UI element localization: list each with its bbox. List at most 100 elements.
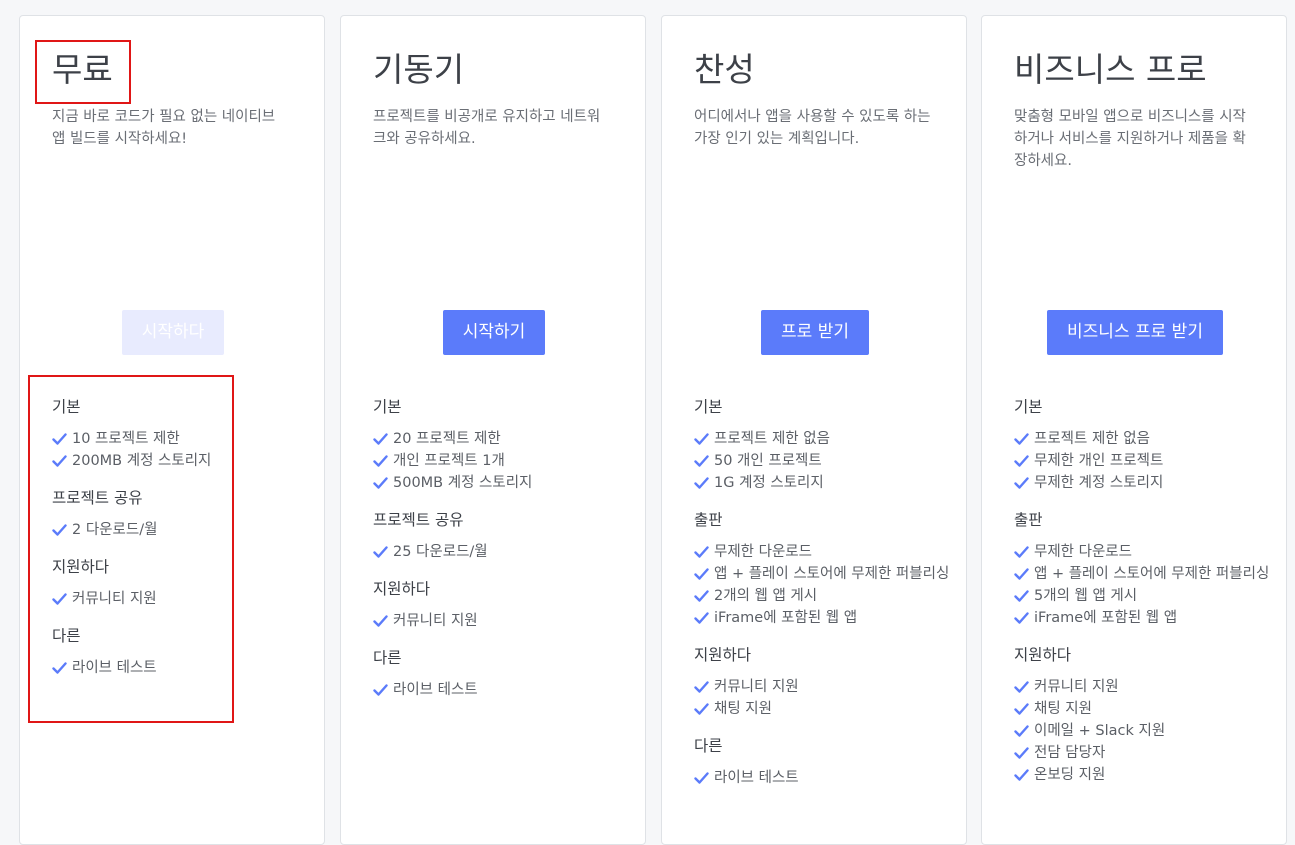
feature-section: 프로젝트 공유 25 다운로드/월 [373,509,633,563]
feature-item: 무제한 계정 스토리지 [1014,472,1274,494]
check-icon [1014,546,1029,558]
feature-section: 프로젝트 공유 2 다운로드/월 [52,487,312,541]
feature-section-title: 기본 [694,398,723,416]
check-icon [52,433,67,445]
feature-item: 라이브 테스트 [694,767,954,789]
check-icon [1014,681,1029,693]
feature-item: 500MB 계정 스토리지 [373,472,633,494]
feature-item-label: 라이브 테스트 [714,770,799,786]
feature-item: 커뮤니티 지원 [52,588,312,610]
feature-item: 개인 프로젝트 1개 [373,450,633,472]
feature-item: 25 다운로드/월 [373,541,633,563]
feature-item: 채팅 지원 [1014,698,1274,720]
plan-card: 찬성어디에서나 앱을 사용할 수 있도록 하는 가장 인기 있는 계획입니다. 프… [661,15,967,845]
feature-item: 2개의 웹 앱 게시 [694,585,954,607]
plan-title: 비즈니스 프로 [1014,50,1207,89]
feature-section-title: 다른 [52,627,81,645]
feature-item: 커뮤니티 지원 [694,676,954,698]
feature-item-label: 25 다운로드/월 [393,544,488,560]
check-icon [1014,477,1029,489]
feature-item: 라이브 테스트 [373,679,633,701]
check-icon [694,612,709,624]
feature-item-label: 무제한 개인 프로젝트 [1034,453,1164,469]
check-icon [373,615,388,627]
feature-list: 기본 프로젝트 제한 없음 무제한 개인 프로젝트 무제한 계정 스토리지 출판 무제한 … [1014,381,1274,801]
feature-section-title: 출판 [1014,511,1043,529]
feature-item-label: 채팅 지원 [1034,701,1092,717]
feature-section: 출판 무제한 다운로드 앱 + 플레이 스토어에 무제한 퍼블리싱 5개의 웹 앱 게… [1014,509,1274,629]
feature-item-label: 커뮤니티 지원 [714,679,799,695]
check-icon [1014,747,1029,759]
feature-item: 앱 + 플레이 스토어에 무제한 퍼블리싱 [694,563,954,585]
feature-section: 기본프로젝트 제한 없음무제한 개인 프로젝트무제한 계정 스토리지 [1014,396,1274,494]
check-icon [1014,590,1029,602]
plan-description: 프로젝트를 비공개로 유지하고 네트워크와 공유하세요. [373,109,601,147]
feature-section-title: 지원하다 [52,558,110,576]
feature-section: 출판 무제한 다운로드 앱 + 플레이 스토어에 무제한 퍼블리싱 2개의 웹 앱 게… [694,509,954,629]
feature-item: 전담 담당자 [1014,742,1274,764]
feature-item: 라이브 테스트 [52,657,312,679]
feature-section: 기본 10 프로젝트 제한 200MB 계정 스토리지 [52,396,312,472]
plan-description: 맞춤형 모바일 앱으로 비즈니스를 시작하거나 서비스를 지원하거나 제품을 확… [1014,109,1246,169]
feature-item-label: 온보딩 지원 [1034,767,1106,783]
feature-item: 2 다운로드/월 [52,519,312,541]
feature-item-label: 커뮤니티 지원 [72,591,157,607]
check-icon [52,593,67,605]
check-icon [373,684,388,696]
check-icon [1014,612,1029,624]
check-icon [373,433,388,445]
plan-description: 어디에서나 앱을 사용할 수 있도록 하는 가장 인기 있는 계획입니다. [694,109,931,147]
feature-section: 기본 프로젝트 제한 없음 50 개인 프로젝트 1G 계정 스토리지 [694,396,954,494]
feature-item-label: 무제한 다운로드 [714,544,812,560]
feature-item-label: 이메일 + Slack 지원 [1034,723,1166,739]
feature-section-title: 다른 [694,737,723,755]
feature-item-label: 커뮤니티 지원 [393,613,478,629]
feature-item: iFrame에 포함된 웹 앱 [1014,607,1274,629]
feature-section: 다른라이브 테스트 [694,735,954,789]
feature-section-title: 기본 [373,398,402,416]
feature-section-title: 프로젝트 공유 [52,489,143,507]
check-icon [1014,433,1029,445]
plan-title: 찬성 [694,50,755,89]
feature-item-label: 2 다운로드/월 [72,522,158,538]
check-icon [694,433,709,445]
feature-item-label: 앱 + 플레이 스토어에 무제한 퍼블리싱 [714,566,950,582]
plan-card: 비즈니스 프로맞춤형 모바일 앱으로 비즈니스를 시작하거나 서비스를 지원하거… [981,15,1287,845]
feature-section: 지원하다 커뮤니티 지원 [373,578,633,632]
feature-list: 기본 10 프로젝트 제한 200MB 계정 스토리지프로젝트 공유 2 다운로드/월… [52,381,312,694]
feature-section-title: 프로젝트 공유 [373,511,464,529]
feature-item: 프로젝트 제한 없음 [1014,428,1274,450]
feature-item-label: 2개의 웹 앱 게시 [714,588,818,604]
feature-section-title: 기본 [52,398,81,416]
feature-section-title: 기본 [1014,398,1043,416]
check-icon [694,455,709,467]
feature-item-label: 라이브 테스트 [393,682,478,698]
check-icon [694,703,709,715]
plan-cta-button[interactable]: 비즈니스 프로 받기 [1047,310,1223,355]
feature-item-label: 전담 담당자 [1034,745,1106,761]
feature-item-label: 5개의 웹 앱 게시 [1034,588,1138,604]
feature-list: 기본 프로젝트 제한 없음 50 개인 프로젝트 1G 계정 스토리지 출판 무제한 다운… [694,381,954,804]
check-icon [694,568,709,580]
feature-item: 무제한 다운로드 [694,541,954,563]
plan-cta-button[interactable]: 시작하기 [442,310,546,355]
plan-title: 무료 [52,50,113,89]
check-icon [1014,455,1029,467]
feature-item: 200MB 계정 스토리지 [52,450,312,472]
feature-item: 50 개인 프로젝트 [694,450,954,472]
check-icon [1014,725,1029,737]
check-icon [52,662,67,674]
feature-section-title: 지원하다 [694,646,752,664]
feature-item-label: iFrame에 포함된 웹 앱 [714,610,858,626]
plan-cta-button[interactable]: 프로 받기 [761,310,869,355]
plan-card: 무료 지금 바로 코드가 필요 없는 네이티브 앱 빌드를 시작하세요! 시작하다 기… [19,15,325,845]
feature-item-label: 커뮤니티 지원 [1034,679,1119,695]
check-icon [694,681,709,693]
feature-item-label: 1G 계정 스토리지 [714,475,824,491]
check-icon [694,772,709,784]
feature-item-label: 20 프로젝트 제한 [393,431,501,447]
feature-item-label: 무제한 계정 스토리지 [1034,475,1164,491]
feature-section: 다른라이브 테스트 [52,625,312,679]
plan-title: 기동기 [373,50,465,89]
feature-item-label: 채팅 지원 [714,701,772,717]
